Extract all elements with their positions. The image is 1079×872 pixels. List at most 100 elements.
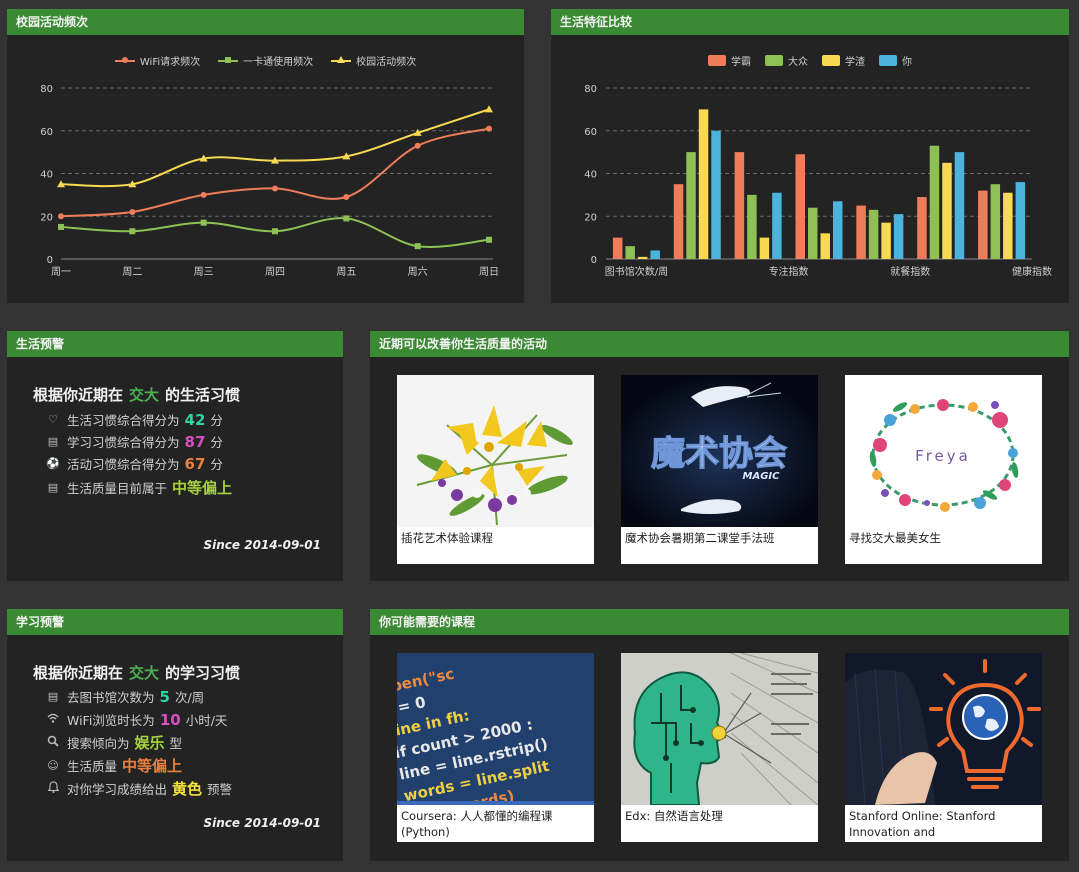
- floral-wreath-image: Freya: [845, 375, 1042, 527]
- stat-value: 娱乐: [134, 734, 165, 752]
- data-point: [200, 191, 207, 198]
- bar: [711, 130, 721, 259]
- legend-item-you[interactable]: 你: [879, 53, 912, 68]
- legend-label: 学霸: [731, 57, 751, 68]
- school-name: 交大: [129, 664, 160, 682]
- life-warning-heading: 根据你近期在 交大 的生活习惯: [33, 386, 241, 404]
- activity-card[interactable]: 插花艺术体验课程: [397, 375, 594, 564]
- bar: [612, 237, 623, 259]
- y-tick-label: 0: [47, 255, 53, 266]
- data-point: [128, 180, 137, 188]
- life-warning-panel: 生活预警 根据你近期在 交大 的生活习惯 ♡ 生活习惯综合得分为 42 分 ▤ 学习习惯…: [7, 331, 343, 581]
- course-card[interactable]: open("sc t = 0 line in fh: if count > 20…: [397, 653, 594, 842]
- data-point: [271, 156, 279, 164]
- wifi-duration-row: WiFi浏览时长为 10 小时/天: [45, 710, 227, 729]
- grade-warning-row: 对你学习成绩给出 黄色 预警: [45, 778, 232, 799]
- legend-item-card[interactable]: 一卡通使用频次: [218, 53, 313, 68]
- search-icon: [45, 735, 61, 750]
- bar: [954, 152, 965, 259]
- score-value: 87: [184, 432, 206, 451]
- bar: [625, 246, 635, 259]
- data-point: [58, 213, 64, 220]
- data-point: [343, 215, 350, 222]
- bell-icon: [45, 781, 61, 796]
- course-caption[interactable]: Edx: 自然语言处理: [621, 805, 818, 827]
- magic-poster-title: 魔术协会: [651, 434, 787, 474]
- legend-item-dazhong[interactable]: 大众: [765, 53, 808, 68]
- data-point: [57, 180, 65, 188]
- x-tick-label: 周一: [51, 266, 71, 278]
- school-name: 交大: [129, 386, 160, 404]
- study-warning-heading: 根据你近期在 交大 的学习习惯: [33, 664, 241, 682]
- bar: [698, 109, 709, 259]
- bar: [833, 201, 843, 259]
- legend-label: 大众: [788, 57, 808, 68]
- course-caption[interactable]: Coursera: 人人都懂的编程课(Python): [397, 805, 594, 843]
- x-tick-label: 就餐指数: [890, 265, 930, 278]
- bar: [759, 237, 770, 259]
- y-tick-label: 0: [591, 255, 597, 266]
- bar: [686, 152, 696, 259]
- search-tendency-row: 搜索倾向为 娱乐型: [45, 732, 182, 753]
- legend-label: 学渣: [845, 57, 865, 68]
- book-icon: ▤: [47, 481, 59, 494]
- panel-title: 学习预警: [7, 609, 343, 635]
- data-point: [485, 105, 493, 113]
- activity-card[interactable]: 魔术协会 MAGIC 魔术协会暑期第二课堂手法班: [621, 375, 818, 564]
- legend-item-wifi[interactable]: WiFi请求频次: [114, 53, 200, 68]
- data-point: [414, 243, 421, 250]
- x-tick-label: 周二: [122, 266, 142, 278]
- quality-value: 中等偏上: [172, 479, 233, 497]
- activity-score-row: ⚽ 活动习惯综合得分为 67 分: [46, 454, 223, 473]
- legend-item-xuezha[interactable]: 学渣: [822, 53, 865, 68]
- score-value: 67: [184, 454, 206, 473]
- life-score-row: ♡ 生活习惯综合得分为 42 分: [45, 410, 223, 429]
- bar: [747, 194, 757, 259]
- series-line: [60, 127, 490, 218]
- data-point: [413, 128, 422, 136]
- activity-card[interactable]: Freya 寻找交大最美女生: [845, 375, 1042, 564]
- smile-icon: ☺: [47, 759, 59, 772]
- soccer-icon: ⚽: [46, 457, 60, 470]
- library-visits-row: ▤ 去图书馆次数为 5 次/周: [45, 687, 204, 706]
- x-tick-label: 健康指数: [1012, 265, 1052, 278]
- activity-caption[interactable]: 寻找交大最美女生: [845, 527, 1042, 549]
- x-tick-label: 专注指数: [769, 265, 809, 278]
- y-tick-label: 20: [584, 212, 597, 223]
- course-caption[interactable]: Stanford Online: Stanford Innovation and: [845, 805, 1042, 843]
- stat-value: 10: [159, 710, 181, 729]
- panel-title: 你可能需要的课程: [370, 609, 1069, 635]
- wifi-icon: [45, 713, 61, 726]
- bar: [1015, 182, 1026, 259]
- legend-item-xueba[interactable]: 学霸: [708, 53, 751, 68]
- data-point: [129, 228, 136, 235]
- x-tick-label: 周日: [479, 266, 499, 278]
- study-score-row: ▤ 学习习惯综合得分为 87 分: [45, 432, 223, 451]
- x-tick-label: 周四: [265, 266, 285, 278]
- activity-caption[interactable]: 插花艺术体验课程: [397, 527, 594, 549]
- bar: [868, 209, 879, 259]
- bar: [637, 256, 648, 259]
- data-point: [486, 125, 492, 132]
- activities-panel: 近期可以改善你生活质量的活动 插花艺术体验课程 魔术协会 MAGIC 魔术协会暑…: [370, 331, 1069, 581]
- data-point: [486, 236, 492, 243]
- lightbulb-globe-image: [845, 653, 1042, 805]
- legend-label: 一卡通使用频次: [243, 57, 314, 68]
- data-point: [342, 152, 351, 160]
- course-card[interactable]: Stanford Online: Stanford Innovation and: [845, 653, 1042, 842]
- bar: [990, 184, 1001, 259]
- x-tick-label: 周三: [194, 266, 214, 278]
- legend-label: 校园活动频次: [356, 57, 417, 68]
- bar: [893, 214, 904, 259]
- data-point: [272, 228, 278, 235]
- course-card[interactable]: Edx: 自然语言处理: [621, 653, 818, 842]
- bar: [820, 233, 830, 259]
- data-point: [200, 219, 207, 226]
- y-tick-label: 40: [584, 170, 597, 181]
- data-point: [272, 185, 278, 192]
- stat-value: 5: [159, 687, 170, 706]
- flower-bouquet-image: [397, 375, 594, 527]
- activity-caption[interactable]: 魔术协会暑期第二课堂手法班: [621, 527, 818, 549]
- panel-title: 生活特征比较: [551, 9, 1069, 35]
- legend-item-activity[interactable]: 校园活动频次: [331, 53, 416, 68]
